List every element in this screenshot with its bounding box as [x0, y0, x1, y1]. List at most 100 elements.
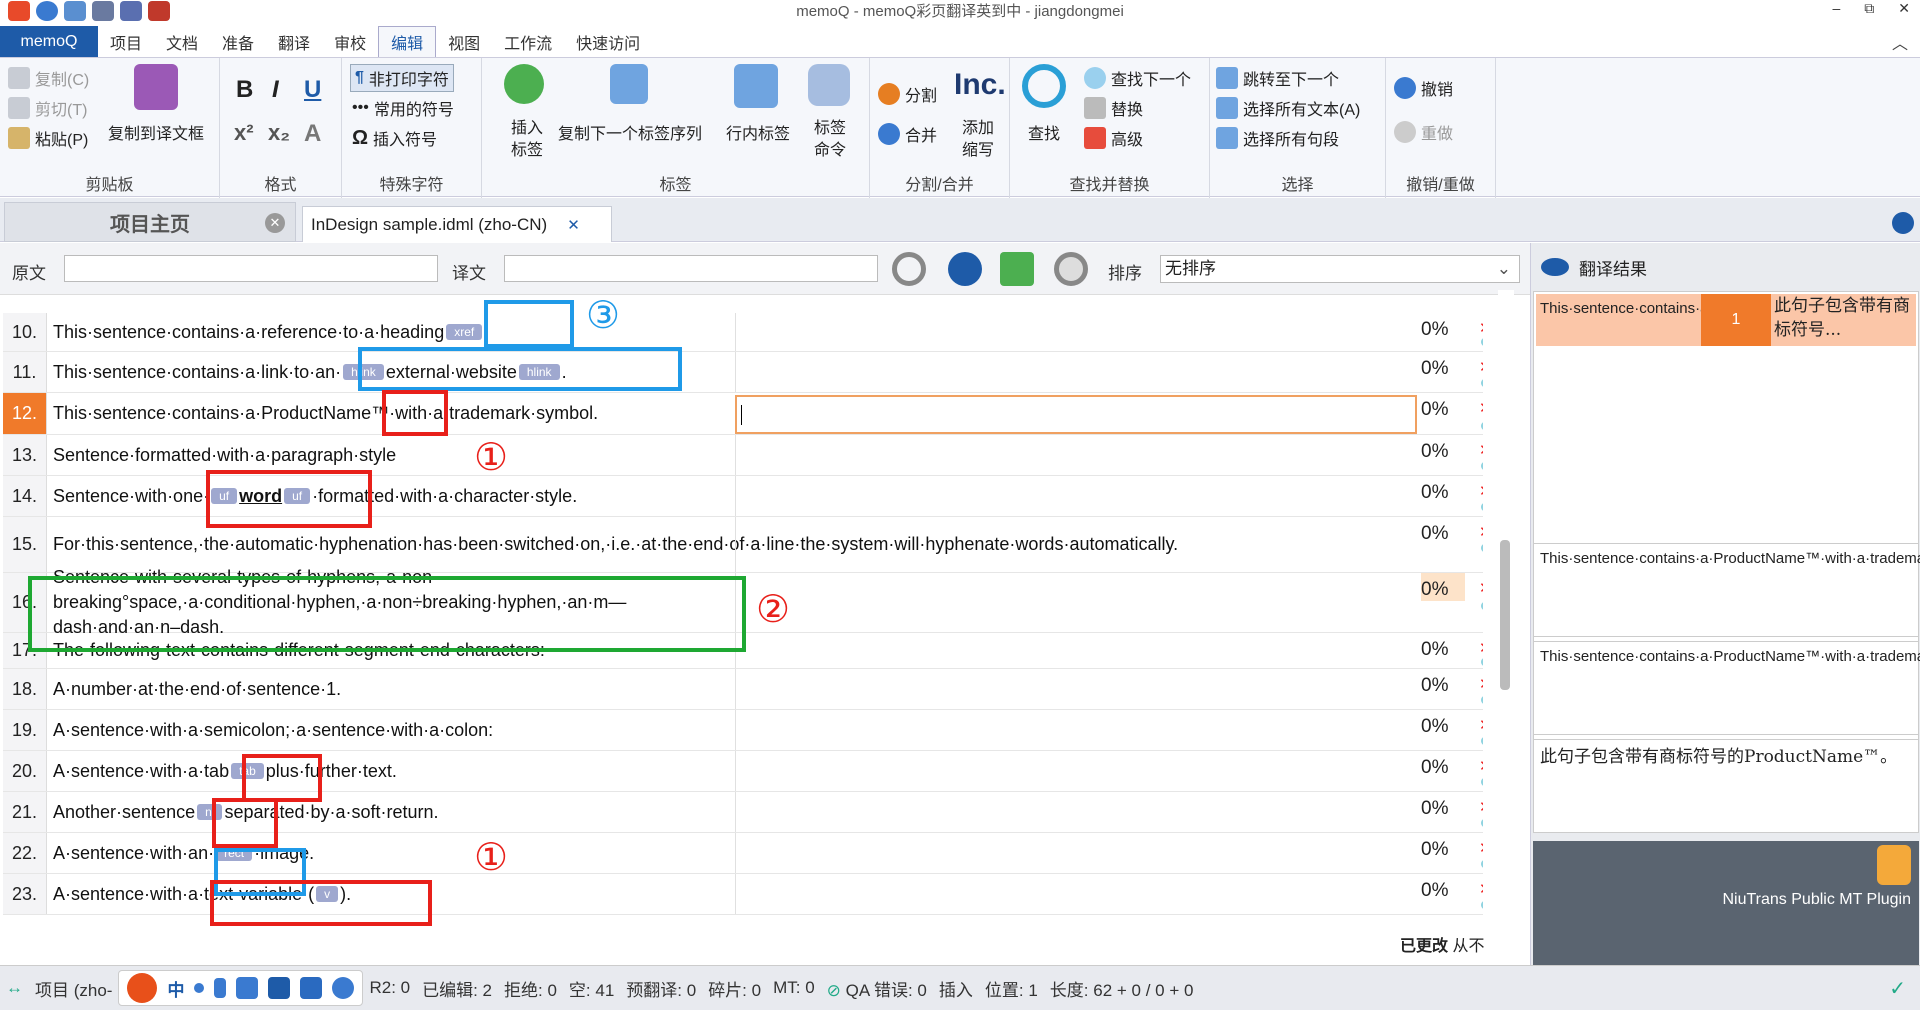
menu-tab-translate[interactable]: 翻译 — [266, 26, 322, 57]
microphone-icon[interactable] — [214, 978, 227, 998]
menu-tab-document[interactable]: 文档 — [154, 26, 210, 57]
comment-icon[interactable] — [1481, 657, 1483, 667]
restore-button[interactable]: ⧉ — [1864, 0, 1874, 17]
segment-target[interactable] — [735, 751, 1419, 791]
comment-icon[interactable] — [1481, 502, 1483, 512]
keyboard-icon[interactable] — [236, 977, 259, 999]
select-all-text-button[interactable]: 选择所有文本(A) — [1216, 96, 1360, 120]
close-button[interactable]: ✕ — [1898, 0, 1910, 17]
sogou-icon[interactable] — [127, 973, 158, 1003]
comment-icon[interactable] — [1481, 900, 1483, 910]
segment-target[interactable] — [735, 476, 1419, 516]
skin-icon[interactable] — [268, 977, 291, 999]
close-doc-tab-icon[interactable]: ✕ — [567, 216, 580, 234]
comment-icon[interactable] — [1481, 337, 1483, 347]
split-button[interactable]: 分割 — [878, 82, 937, 106]
paste-button[interactable]: 粘贴(P) — [8, 126, 88, 150]
tab-document[interactable]: InDesign sample.idml (zho-CN) ✕ — [302, 206, 612, 242]
find-next-button[interactable]: 查找下一个 — [1084, 66, 1191, 90]
segment-target[interactable] — [735, 633, 1419, 668]
superscript-button[interactable]: x² — [234, 120, 254, 146]
segment-row[interactable]: 18. A·number·at·the·end·of·sentence·1. 0… — [3, 669, 1483, 710]
server-icon[interactable] — [92, 1, 114, 21]
close-tab-icon[interactable]: ✕ — [265, 213, 285, 233]
segment-target[interactable] — [735, 573, 1419, 632]
redo-button[interactable]: 重做 — [1394, 120, 1453, 144]
help-icon[interactable] — [36, 1, 58, 21]
settings-icon[interactable] — [64, 1, 86, 21]
select-all-segments-button[interactable]: 选择所有句段 — [1216, 126, 1339, 150]
merge-button[interactable]: 合并 — [878, 122, 937, 146]
copy-button[interactable]: 复制(C) — [8, 66, 89, 90]
tag-commands-button[interactable]: 标签命令 — [810, 118, 850, 162]
segment-target[interactable] — [735, 517, 1419, 572]
advanced-find-button[interactable]: 高级 — [1084, 126, 1143, 150]
clear-filter-icon[interactable] — [1054, 252, 1088, 286]
comment-icon[interactable] — [1481, 777, 1483, 787]
segment-row[interactable]: 11. This·sentence·contains·a·link·to·an·… — [3, 352, 1483, 393]
common-symbols-button[interactable]: ••• 常用的符号 — [352, 96, 454, 120]
insert-symbol-button[interactable]: Ω 插入符号 — [352, 126, 437, 150]
segment-target[interactable] — [735, 874, 1419, 914]
memoq-menu-button[interactable]: memoQ — [0, 26, 98, 57]
goto-next-button[interactable]: 跳转至下一个 — [1216, 66, 1339, 90]
clear-format-button[interactable]: A — [304, 120, 321, 148]
inline-tag-button[interactable]: 行内标签 — [726, 120, 790, 144]
scrollbar-thumb[interactable] — [1500, 540, 1510, 690]
sort-dropdown[interactable]: 无排序 ⌄ — [1160, 255, 1520, 283]
segment-target[interactable] — [735, 352, 1419, 392]
undo-button[interactable]: 撤销 — [1394, 76, 1453, 100]
tools-icon[interactable] — [148, 1, 170, 21]
filter-settings-icon[interactable] — [948, 252, 982, 286]
comment-icon[interactable] — [1481, 695, 1483, 705]
sync-icon[interactable]: ↔ — [0, 978, 29, 998]
settings-gear-icon[interactable] — [332, 977, 355, 999]
ime-toolbar[interactable]: 中 — [118, 970, 364, 1006]
menu-tab-view[interactable]: 视图 — [436, 26, 492, 57]
result-hit[interactable]: This·sentence·contains·a·Pr... 1 此句子包含带有… — [1536, 294, 1916, 346]
cut-button[interactable]: 剪切(T) — [8, 96, 87, 120]
comment-icon[interactable] — [1481, 543, 1483, 553]
add-abbreviation-button[interactable]: 添加缩写 — [958, 118, 998, 162]
subscript-button[interactable]: x₂ — [268, 120, 290, 146]
underline-button[interactable]: U — [304, 76, 321, 104]
ime-language[interactable]: 中 — [167, 976, 184, 1001]
globe-icon[interactable] — [1892, 212, 1914, 234]
segment-row[interactable]: 19. A·sentence·with·a·semicolon;·a·sente… — [3, 710, 1483, 751]
bold-button[interactable]: B — [236, 76, 253, 104]
insert-tag-button[interactable]: 插入标签 — [504, 118, 550, 162]
tab-project-home[interactable]: 项目主页 ✕ — [4, 202, 296, 242]
nonprinting-chars-button[interactable]: ¶ 非打印字符 — [350, 64, 454, 92]
comment-icon[interactable] — [1481, 601, 1483, 611]
find-button[interactable]: 查找 — [1028, 120, 1060, 144]
menu-tab-project[interactable]: 项目 — [98, 26, 154, 57]
menu-tab-workflow[interactable]: 工作流 — [492, 26, 564, 57]
minimize-button[interactable]: – — [1832, 0, 1840, 17]
add-filter-icon[interactable] — [1000, 252, 1034, 286]
comment-icon[interactable] — [1481, 378, 1483, 388]
segment-row[interactable]: 10. This·sentence·contains·a·reference·t… — [3, 313, 1483, 352]
segment-target[interactable] — [735, 669, 1419, 709]
menu-tab-prepare[interactable]: 准备 — [210, 26, 266, 57]
segment-row[interactable]: 20. A·sentence·with·a·tab tab plus·further… — [3, 751, 1483, 792]
segment-target[interactable] — [735, 792, 1419, 832]
toolbox-icon[interactable] — [300, 977, 323, 999]
comment-icon[interactable] — [1481, 736, 1483, 746]
comment-icon[interactable] — [1481, 421, 1483, 431]
filter-search-icon[interactable] — [892, 252, 926, 286]
segment-target[interactable] — [735, 313, 1419, 351]
collapse-ribbon-icon[interactable]: ︿ — [1892, 30, 1908, 54]
copy-next-tag-sequence-button[interactable]: 复制下一个标签序列 — [558, 120, 702, 144]
menu-tab-edit[interactable]: 编辑 — [378, 26, 437, 57]
comment-icon[interactable] — [1481, 859, 1483, 869]
italic-button[interactable]: I — [272, 76, 279, 104]
segment-target[interactable] — [735, 710, 1419, 750]
comment-icon[interactable] — [1481, 461, 1483, 471]
gear-icon[interactable] — [120, 1, 142, 21]
segment-target[interactable] — [735, 833, 1419, 873]
target-filter-input[interactable] — [504, 255, 878, 282]
replace-button[interactable]: 替换 — [1084, 96, 1143, 120]
segment-target[interactable] — [735, 435, 1419, 475]
grid-scrollbar[interactable] — [1498, 290, 1514, 930]
target-editor[interactable] — [735, 395, 1417, 434]
